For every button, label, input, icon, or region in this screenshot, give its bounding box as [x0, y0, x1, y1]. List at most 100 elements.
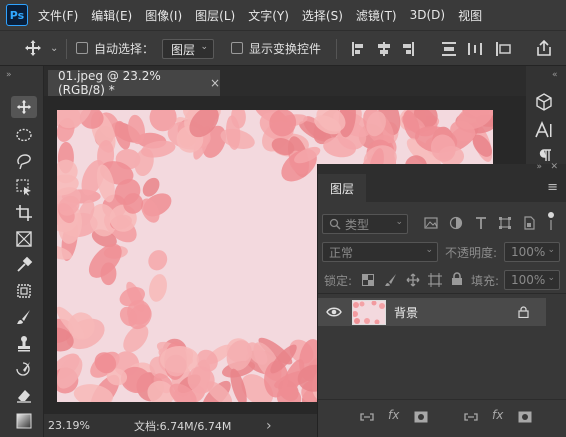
share-icon[interactable]	[535, 39, 553, 57]
menu-type[interactable]: 文字(Y)	[248, 7, 289, 24]
checkbox-box	[76, 42, 88, 54]
gradient-icon	[16, 413, 32, 429]
close-panel-icon[interactable]: ✕	[550, 162, 558, 172]
clone-stamp-tool[interactable]	[11, 332, 37, 354]
lock-transparent-pixels-icon[interactable]	[362, 274, 374, 286]
toggle-track	[550, 220, 552, 230]
lasso-tool[interactable]	[11, 150, 37, 172]
chevron-down-icon: ⌄	[395, 217, 403, 227]
lock-all-icon[interactable]	[451, 272, 463, 286]
filter-type-icon[interactable]	[474, 216, 488, 230]
menu-select[interactable]: 选择(S)	[302, 7, 343, 24]
auto-select-target-value: 图层	[171, 42, 196, 57]
lock-position-icon[interactable]	[406, 273, 420, 287]
link-layers-icon[interactable]	[360, 412, 374, 422]
add-layer-style-icon[interactable]: fx	[388, 408, 399, 422]
chevron-down-icon: ⌄	[547, 273, 555, 283]
stamp-icon	[18, 336, 30, 352]
frame-tool[interactable]	[11, 228, 37, 250]
crop-icon	[16, 205, 32, 221]
eraser-tool[interactable]	[11, 384, 37, 406]
menu-bar: Ps 文件(F) 编辑(E) 图像(I) 图层(L) 文字(Y) 选择(S) 滤…	[0, 0, 566, 30]
divider	[336, 39, 337, 59]
gradient-tool[interactable]	[11, 410, 37, 432]
move-tool[interactable]	[11, 96, 37, 118]
layer-filter-dropdown[interactable]: 类型 ⌄	[322, 214, 408, 234]
brush-tool[interactable]	[11, 306, 37, 328]
link-layers-icon[interactable]	[464, 412, 478, 422]
zoom-level[interactable]: 23.19%	[48, 419, 90, 432]
photoshop-logo: Ps	[6, 4, 28, 26]
eyedropper-tool[interactable]	[11, 254, 37, 276]
add-layer-style-icon[interactable]: fx	[492, 408, 503, 422]
fill-input[interactable]: 100% ⌄	[504, 270, 560, 290]
move-tool-preset[interactable]: ⌄	[24, 31, 58, 65]
blend-mode-value: 正常	[329, 245, 354, 260]
filter-smart-object-icon[interactable]	[522, 216, 536, 230]
add-mask-icon[interactable]	[414, 411, 428, 423]
lock-artboard-icon[interactable]	[428, 273, 442, 287]
history-brush-icon	[16, 362, 30, 376]
visibility-eye-icon[interactable]	[326, 306, 342, 318]
collapse-chevron-icon[interactable]: »	[536, 162, 542, 172]
menu-filter[interactable]: 滤镜(T)	[356, 7, 397, 24]
menu-3d[interactable]: 3D(D)	[410, 8, 445, 22]
healing-brush-icon	[17, 284, 31, 298]
auto-select-target-dropdown[interactable]: 图层 ⌄	[162, 39, 214, 59]
layers-panel: » ✕ 图层 ≡ 类型 ⌄ 正常 ⌄ 不透明度: 100% ⌄ 锁定: 填充: …	[317, 162, 566, 437]
close-icon[interactable]: ×	[210, 76, 220, 90]
lock-image-pixels-icon[interactable]	[384, 273, 398, 287]
menu-file[interactable]: 文件(F)	[38, 7, 78, 24]
panel-menu-icon[interactable]: ≡	[547, 180, 558, 195]
checkbox-box	[231, 42, 243, 54]
auto-select-label: 自动选择：	[94, 41, 155, 56]
spot-healing-tool[interactable]	[11, 280, 37, 302]
blend-mode-dropdown[interactable]: 正常 ⌄	[322, 242, 438, 262]
search-icon	[329, 218, 341, 230]
layers-tab[interactable]: 图层	[318, 174, 366, 202]
character-panel-icon[interactable]	[534, 120, 554, 140]
lock-label: 锁定:	[324, 274, 353, 288]
menu-layer[interactable]: 图层(L)	[195, 7, 235, 24]
lasso-icon	[17, 154, 31, 170]
layers-tab-row: 图层 ≡	[318, 174, 566, 202]
filter-shape-icon[interactable]	[498, 216, 512, 230]
show-transform-checkbox[interactable]: 显示变换控件	[231, 31, 321, 65]
status-menu-arrow-icon[interactable]: ›	[266, 418, 272, 434]
collapse-chevron-icon[interactable]: »	[6, 70, 12, 80]
crop-tool[interactable]	[11, 202, 37, 224]
filter-pixel-icon[interactable]	[424, 216, 438, 230]
object-selection-tool[interactable]	[11, 176, 37, 198]
menu-edit[interactable]: 编辑(E)	[91, 7, 132, 24]
document-tab[interactable]: 01.jpeg @ 23.2%(RGB/8) * ×	[48, 69, 220, 97]
brush-icon	[17, 310, 30, 324]
filter-adjustment-icon[interactable]	[449, 216, 463, 230]
chevron-down-icon: ⌄	[547, 245, 555, 255]
toggle-knob	[548, 212, 554, 218]
show-transform-label: 显示变换控件	[249, 41, 322, 56]
lock-icon	[518, 306, 529, 318]
divider	[318, 293, 566, 294]
fill-label: 填充:	[471, 274, 500, 288]
collapse-chevron-icon[interactable]: «	[552, 70, 558, 80]
move-icon	[25, 40, 41, 56]
opacity-value: 100%	[511, 245, 546, 259]
3d-cube-icon[interactable]	[534, 92, 554, 112]
menu-view[interactable]: 视图	[458, 7, 482, 24]
layer-name[interactable]: 背景	[394, 304, 418, 321]
panel-header-strip: » ✕	[318, 162, 566, 174]
opacity-input[interactable]: 100% ⌄	[504, 242, 560, 262]
history-brush-tool[interactable]	[11, 358, 37, 380]
thumbnail-image	[352, 300, 385, 325]
layer-row[interactable]: 背景	[318, 298, 546, 326]
document-info: 文档:6.74M/6.74M	[133, 419, 232, 433]
auto-select-checkbox[interactable]: 自动选择：	[76, 31, 154, 65]
add-mask-icon[interactable]	[518, 411, 532, 423]
elliptical-marquee-tool[interactable]	[11, 124, 37, 146]
filter-toggle[interactable]	[548, 212, 554, 230]
layer-filter-value: 类型	[345, 217, 370, 232]
chevron-down-icon: ⌄	[50, 42, 59, 54]
layers-footer: fx fx	[318, 399, 566, 437]
menu-image[interactable]: 图像(I)	[145, 7, 182, 24]
paragraph-panel-icon[interactable]	[536, 148, 554, 162]
